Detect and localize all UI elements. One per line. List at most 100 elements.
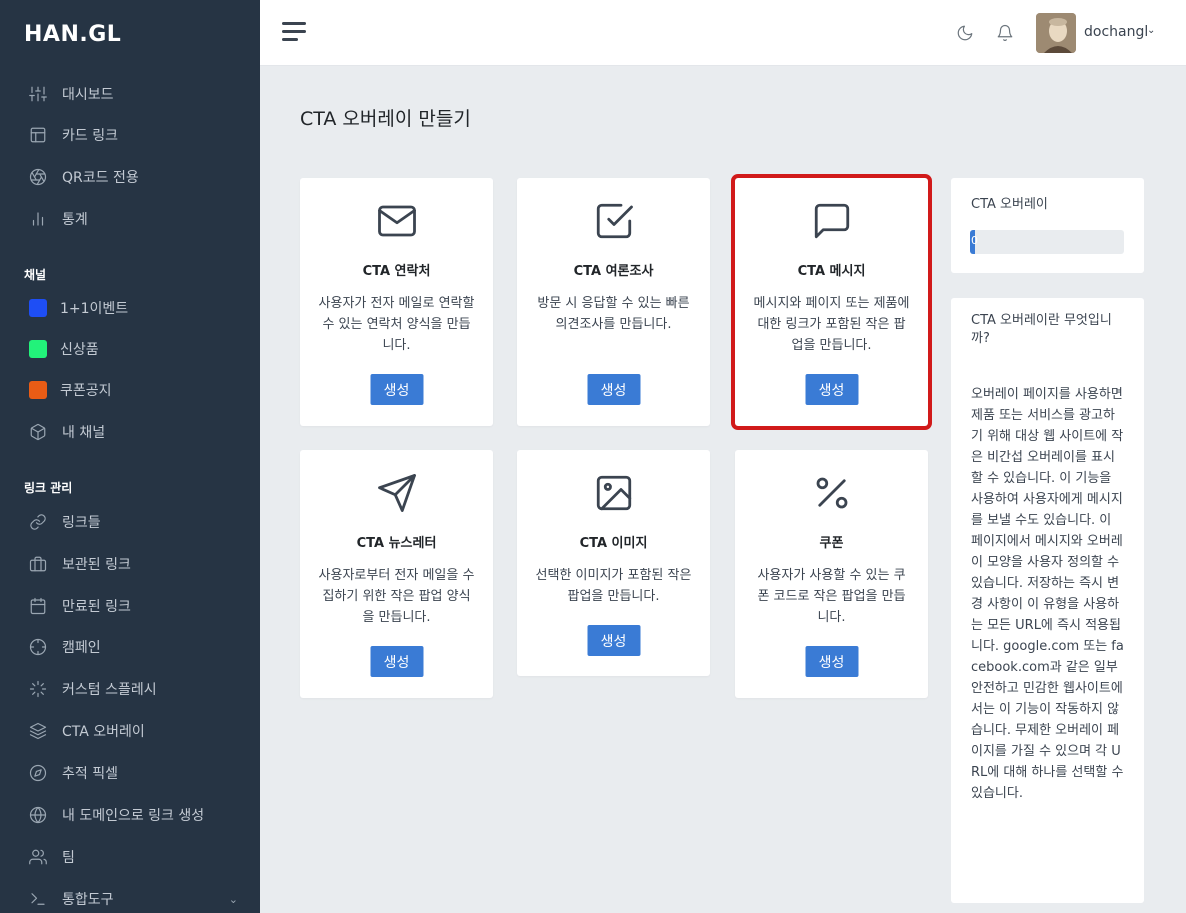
compass-icon bbox=[28, 763, 48, 783]
card-cta-contact: CTA 연락처 사용자가 전자 메일로 연락할 수 있는 연락처 양식을 만듭니… bbox=[300, 178, 493, 426]
sidebar-item-channel-new[interactable]: 신상품 bbox=[0, 329, 260, 369]
logo[interactable]: HAN.GL bbox=[24, 22, 121, 47]
card-title: CTA 이미지 bbox=[579, 536, 648, 551]
card-title: 쿠폰 bbox=[819, 536, 844, 551]
sliders-icon bbox=[28, 84, 48, 104]
sidebar-item-label: 만료된 링크 bbox=[62, 599, 131, 615]
terminal-icon bbox=[28, 889, 48, 909]
layers-icon bbox=[28, 721, 48, 741]
create-button[interactable]: 생성 bbox=[587, 374, 640, 405]
chevron-down-icon[interactable]: ⌄ bbox=[1147, 25, 1155, 36]
sidebar-item-pixel[interactable]: 추적 픽셀 bbox=[0, 753, 260, 793]
usage-progress-bar: 0 bbox=[970, 230, 1124, 254]
sidebar-item-card-link[interactable]: 카드 링크 bbox=[0, 115, 260, 155]
sidebar: HAN.GL 대시보드 카드 링크 QR코드 전용 통계 채널 1+1이벤트 신… bbox=[0, 0, 260, 913]
sidebar-item-label: 내 채널 bbox=[62, 425, 106, 441]
section-label-channels: 채널 bbox=[24, 268, 47, 282]
moon-icon[interactable] bbox=[956, 24, 976, 44]
link-icon bbox=[28, 512, 48, 532]
bell-icon[interactable] bbox=[996, 24, 1016, 44]
card-description: 선택한 이미지가 포함된 작은 팝업을 만듭니다. bbox=[535, 568, 692, 604]
globe-icon bbox=[28, 805, 48, 825]
sidebar-item-channel-event[interactable]: 1+1이벤트 bbox=[0, 288, 260, 328]
sidebar-item-campaign[interactable]: 캠페인 bbox=[0, 627, 260, 667]
sidebar-item-label: 추적 픽셀 bbox=[62, 766, 118, 782]
sidebar-item-expired[interactable]: 만료된 링크 bbox=[0, 586, 260, 626]
sidebar-item-label: 보관된 링크 bbox=[62, 557, 131, 573]
crosshair-icon bbox=[28, 637, 48, 657]
info-title: CTA 오버레이란 무엇입니까? bbox=[971, 313, 1112, 346]
sidebar-item-stats[interactable]: 통계 bbox=[0, 199, 260, 239]
sidebar-item-domain[interactable]: 내 도메인으로 링크 생성 bbox=[0, 795, 260, 835]
bar-chart-icon bbox=[28, 209, 48, 229]
usage-title: CTA 오버레이 bbox=[971, 197, 1048, 212]
card-cta-poll: CTA 여론조사 방문 시 응답할 수 있는 빠른 의견조사를 만듭니다. 생성 bbox=[517, 178, 710, 426]
sidebar-item-label: 내 도메인으로 링크 생성 bbox=[62, 808, 205, 824]
info-card: CTA 오버레이란 무엇입니까? 오버레이 페이지를 사용하면 제품 또는 서비… bbox=[951, 298, 1144, 903]
sidebar-item-label: 1+1이벤트 bbox=[60, 301, 129, 317]
users-icon bbox=[28, 847, 48, 867]
card-cta-coupon: 쿠폰 사용자가 사용할 수 있는 쿠폰 코드로 작은 팝업을 만듭니다. 생성 bbox=[735, 450, 928, 698]
card-description: 사용자가 사용할 수 있는 쿠폰 코드로 작은 팝업을 만듭니다. bbox=[757, 568, 906, 625]
sidebar-item-my-channel[interactable]: 내 채널 bbox=[0, 412, 260, 452]
loader-icon bbox=[28, 679, 48, 699]
layout-icon bbox=[28, 125, 48, 145]
card-title: CTA 연락처 bbox=[362, 264, 431, 279]
usage-card: CTA 오버레이 0 bbox=[951, 178, 1144, 273]
sidebar-item-label: 통합도구 bbox=[62, 892, 114, 908]
image-icon bbox=[517, 472, 710, 512]
mail-icon bbox=[300, 200, 493, 240]
sidebar-item-archived[interactable]: 보관된 링크 bbox=[0, 544, 260, 584]
card-description: 사용자로부터 전자 메일을 수집하기 위한 작은 팝업 양식을 만듭니다. bbox=[318, 568, 475, 625]
card-description: 방문 시 응답할 수 있는 빠른 의견조사를 만듭니다. bbox=[537, 296, 690, 332]
avatar[interactable] bbox=[1036, 13, 1076, 53]
sidebar-item-cta-overlay[interactable]: CTA 오버레이 bbox=[0, 711, 260, 751]
sidebar-item-label: 대시보드 bbox=[62, 87, 114, 103]
menu-toggle-icon[interactable] bbox=[282, 22, 306, 42]
channel-color-swatch bbox=[29, 299, 47, 317]
percent-icon bbox=[735, 472, 928, 512]
card-cta-image: CTA 이미지 선택한 이미지가 포함된 작은 팝업을 만듭니다. 생성 bbox=[517, 450, 710, 676]
create-button[interactable]: 생성 bbox=[370, 646, 423, 677]
message-square-icon bbox=[735, 200, 928, 240]
sidebar-item-integrations[interactable]: 통합도구 ⌄ bbox=[0, 879, 260, 913]
send-icon bbox=[300, 472, 493, 512]
card-description: 메시지와 페이지 또는 제품에 대한 링크가 포함된 작은 팝업을 만듭니다. bbox=[753, 296, 910, 353]
create-button[interactable]: 생성 bbox=[805, 374, 858, 405]
channel-color-swatch bbox=[29, 381, 47, 399]
calendar-icon bbox=[28, 596, 48, 616]
create-button[interactable]: 생성 bbox=[805, 646, 858, 677]
sidebar-item-label: 신상품 bbox=[60, 342, 99, 358]
info-body: 오버레이 페이지를 사용하면 제품 또는 서비스를 광고하기 위해 대상 웹 사… bbox=[971, 387, 1124, 801]
sidebar-item-label: 쿠폰공지 bbox=[60, 383, 112, 399]
card-cta-message: CTA 메시지 메시지와 페이지 또는 제품에 대한 링크가 포함된 작은 팝업… bbox=[731, 174, 932, 430]
card-title: CTA 메시지 bbox=[797, 264, 866, 279]
section-label-links: 링크 관리 bbox=[24, 481, 73, 495]
sidebar-item-label: CTA 오버레이 bbox=[62, 724, 145, 740]
page-title: CTA 오버레이 만들기 bbox=[300, 108, 471, 130]
aperture-icon bbox=[28, 167, 48, 187]
chevron-down-icon: ⌄ bbox=[228, 892, 238, 906]
box-icon bbox=[28, 422, 48, 442]
top-header: dochangl ⌄ bbox=[260, 0, 1186, 66]
username[interactable]: dochangl bbox=[1084, 24, 1148, 40]
create-button[interactable]: 생성 bbox=[370, 374, 423, 405]
card-title: CTA 여론조사 bbox=[573, 264, 654, 279]
sidebar-item-channel-coupon[interactable]: 쿠폰공지 bbox=[0, 370, 260, 410]
sidebar-item-label: 카드 링크 bbox=[62, 128, 118, 144]
create-button[interactable]: 생성 bbox=[587, 625, 640, 656]
sidebar-item-splash[interactable]: 커스텀 스플레시 bbox=[0, 669, 260, 709]
sidebar-item-label: 통계 bbox=[62, 212, 88, 228]
card-cta-newsletter: CTA 뉴스레터 사용자로부터 전자 메일을 수집하기 위한 작은 팝업 양식을… bbox=[300, 450, 493, 698]
sidebar-item-team[interactable]: 팀 bbox=[0, 837, 260, 877]
sidebar-item-label: QR코드 전용 bbox=[62, 170, 139, 186]
sidebar-item-links[interactable]: 링크들 bbox=[0, 502, 260, 542]
sidebar-item-label: 링크들 bbox=[62, 515, 101, 531]
sidebar-item-label: 팀 bbox=[62, 850, 75, 866]
sidebar-item-qrcode[interactable]: QR코드 전용 bbox=[0, 157, 260, 197]
card-title: CTA 뉴스레터 bbox=[356, 536, 437, 551]
card-description: 사용자가 전자 메일로 연락할 수 있는 연락처 양식을 만듭니다. bbox=[318, 296, 475, 353]
sidebar-item-dashboard[interactable]: 대시보드 bbox=[0, 74, 260, 114]
channel-color-swatch bbox=[29, 340, 47, 358]
sidebar-item-label: 커스텀 스플레시 bbox=[62, 682, 157, 698]
